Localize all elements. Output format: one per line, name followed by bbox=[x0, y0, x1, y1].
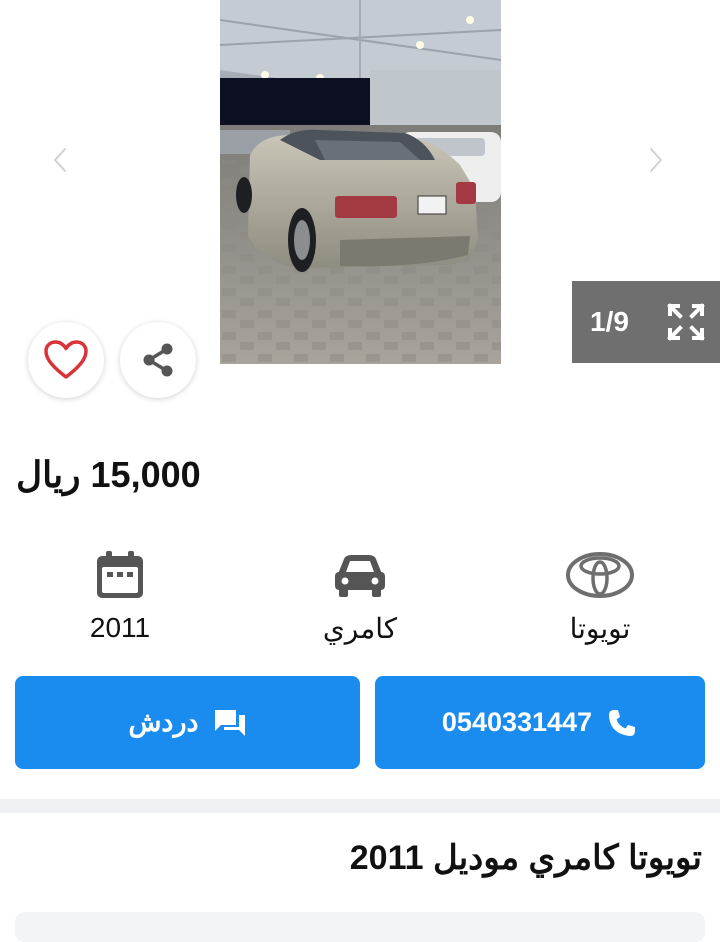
share-button[interactable] bbox=[120, 322, 196, 398]
next-image-button[interactable] bbox=[636, 140, 676, 180]
chat-button[interactable]: دردش bbox=[15, 676, 360, 769]
spec-year-value: 2011 bbox=[89, 612, 151, 643]
spec-make-value: تويوتا bbox=[569, 613, 631, 644]
price: 15,000 ريال bbox=[16, 448, 201, 502]
spec-make: تويوتا bbox=[520, 540, 680, 645]
section-divider bbox=[0, 799, 720, 813]
expand-icon[interactable] bbox=[666, 302, 706, 342]
listing-photo[interactable] bbox=[220, 0, 501, 364]
chevron-right-icon bbox=[648, 146, 664, 174]
heart-icon bbox=[44, 340, 88, 379]
price-currency: ريال bbox=[16, 454, 81, 495]
calendar-icon bbox=[97, 551, 143, 598]
chevron-left-icon bbox=[52, 146, 68, 174]
spec-year: 2011 bbox=[40, 540, 200, 644]
prev-image-button[interactable] bbox=[40, 140, 80, 180]
car-icon bbox=[335, 555, 385, 597]
chat-icon bbox=[214, 709, 245, 736]
chat-button-label: دردش bbox=[128, 707, 199, 737]
image-counter-bar[interactable]: 1/9 bbox=[572, 281, 720, 363]
details-card bbox=[15, 912, 705, 942]
spec-model: كامري bbox=[280, 540, 440, 645]
favorite-button[interactable] bbox=[28, 322, 104, 398]
phone-icon bbox=[609, 709, 636, 736]
listing-title: تويوتا كامري موديل 2011 bbox=[349, 839, 702, 877]
image-counter: 1/9 bbox=[590, 306, 629, 337]
car-photo-illustration bbox=[220, 0, 501, 364]
toyota-logo-icon bbox=[566, 552, 634, 598]
spec-summary: 2011 كامري تويوتا bbox=[0, 540, 720, 660]
image-gallery[interactable]: 1/9 bbox=[0, 0, 720, 400]
price-amount: 15,000 bbox=[90, 454, 201, 495]
share-icon bbox=[143, 343, 173, 377]
call-button[interactable]: 0540331447 bbox=[375, 676, 705, 769]
call-button-label: 0540331447 bbox=[441, 707, 593, 737]
spec-model-value: كامري bbox=[322, 613, 398, 644]
